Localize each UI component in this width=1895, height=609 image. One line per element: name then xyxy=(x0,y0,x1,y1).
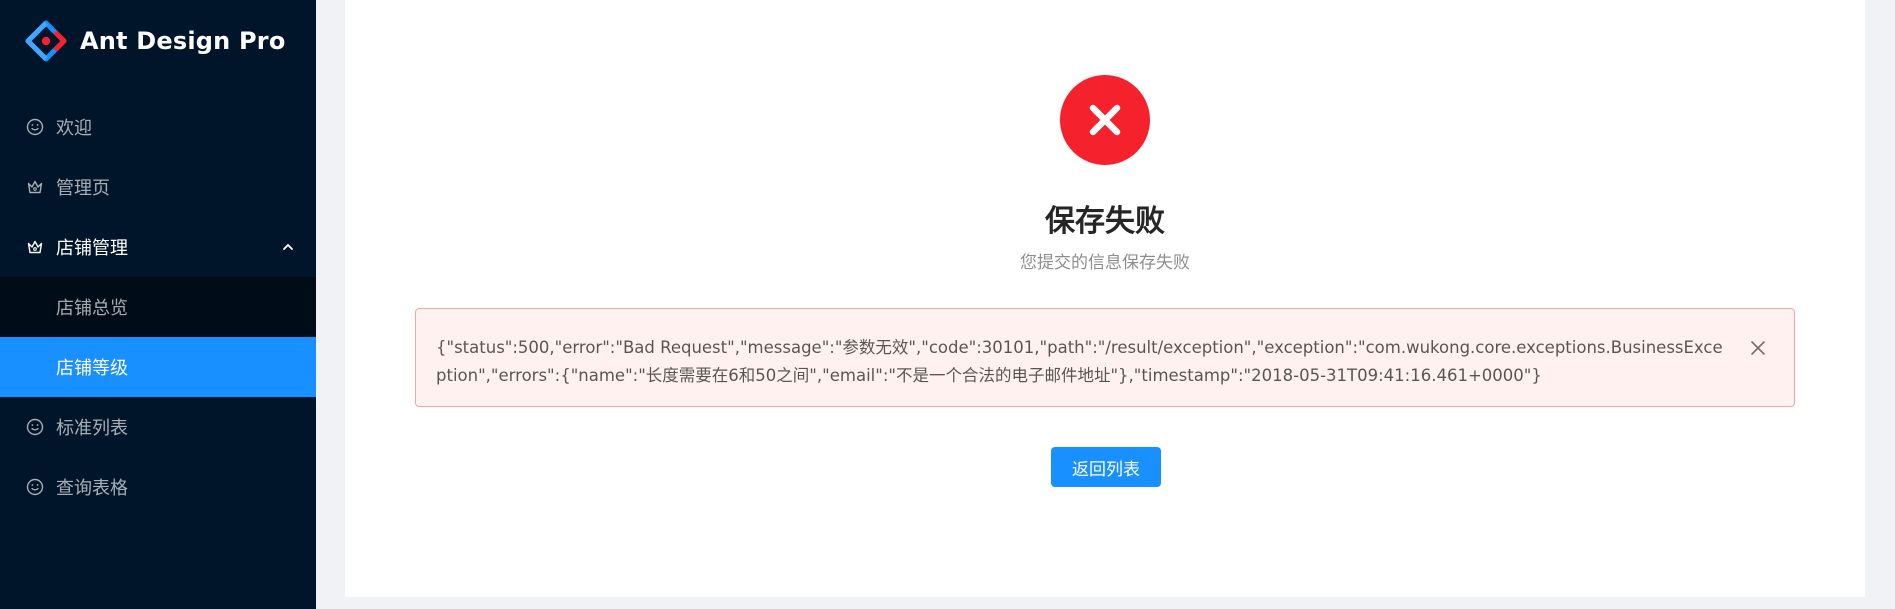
close-icon xyxy=(1089,104,1121,136)
chevron-up-icon xyxy=(283,243,293,250)
sidebar-menu: 欢迎 管理页 店铺管理 店铺总览 店铺等级 标准列表 查询表格 xyxy=(0,97,316,517)
sidebar-item-label: 欢迎 xyxy=(56,118,92,139)
error-message: {"status":500,"error":"Bad Request","mes… xyxy=(436,338,1723,385)
store-management-submenu: 店铺总览 店铺等级 xyxy=(0,277,316,397)
crown-icon xyxy=(26,178,44,196)
back-to-list-button[interactable]: 返回列表 xyxy=(1051,447,1161,487)
sidebar-item-label: 店铺管理 xyxy=(56,238,128,259)
sidebar-item-store-overview[interactable]: 店铺总览 xyxy=(0,277,316,337)
app-title: Ant Design Pro xyxy=(80,27,286,55)
smile-icon xyxy=(26,418,44,436)
sidebar-item-welcome[interactable]: 欢迎 xyxy=(0,97,316,157)
result-title: 保存失败 xyxy=(1045,204,1165,239)
sidebar-item-label: 店铺等级 xyxy=(56,358,128,379)
sidebar-item-query-table[interactable]: 查询表格 xyxy=(0,457,316,517)
logo[interactable]: Ant Design Pro xyxy=(0,0,316,82)
error-alert: {"status":500,"error":"Bad Request","mes… xyxy=(415,308,1795,407)
sidebar-item-admin[interactable]: 管理页 xyxy=(0,157,316,217)
error-status-icon xyxy=(1060,75,1150,165)
ant-design-logo-icon xyxy=(25,20,67,62)
sidebar-item-label: 标准列表 xyxy=(56,418,128,439)
smile-icon xyxy=(26,478,44,496)
sidebar-item-store-level[interactable]: 店铺等级 xyxy=(0,337,316,397)
crown-icon xyxy=(26,238,44,256)
sidebar-item-label: 查询表格 xyxy=(56,478,128,499)
smile-icon xyxy=(26,118,44,136)
sidebar-item-standard-list[interactable]: 标准列表 xyxy=(0,397,316,457)
sidebar-item-label: 店铺总览 xyxy=(56,298,128,319)
sidebar-item-label: 管理页 xyxy=(56,178,110,199)
app-layout: Ant Design Pro 欢迎 管理页 店铺管理 店铺总览 店铺等级 标准列… xyxy=(0,0,1895,609)
result-subtitle: 您提交的信息保存失败 xyxy=(1020,253,1190,273)
main-content: 保存失败 您提交的信息保存失败 {"status":500,"error":"B… xyxy=(316,0,1895,609)
alert-close-button[interactable] xyxy=(1750,337,1766,355)
close-icon xyxy=(1751,341,1765,355)
sidebar-item-store-management[interactable]: 店铺管理 xyxy=(0,217,316,277)
result-card: 保存失败 您提交的信息保存失败 {"status":500,"error":"B… xyxy=(345,0,1865,597)
sidebar: Ant Design Pro 欢迎 管理页 店铺管理 店铺总览 店铺等级 标准列… xyxy=(0,0,316,609)
